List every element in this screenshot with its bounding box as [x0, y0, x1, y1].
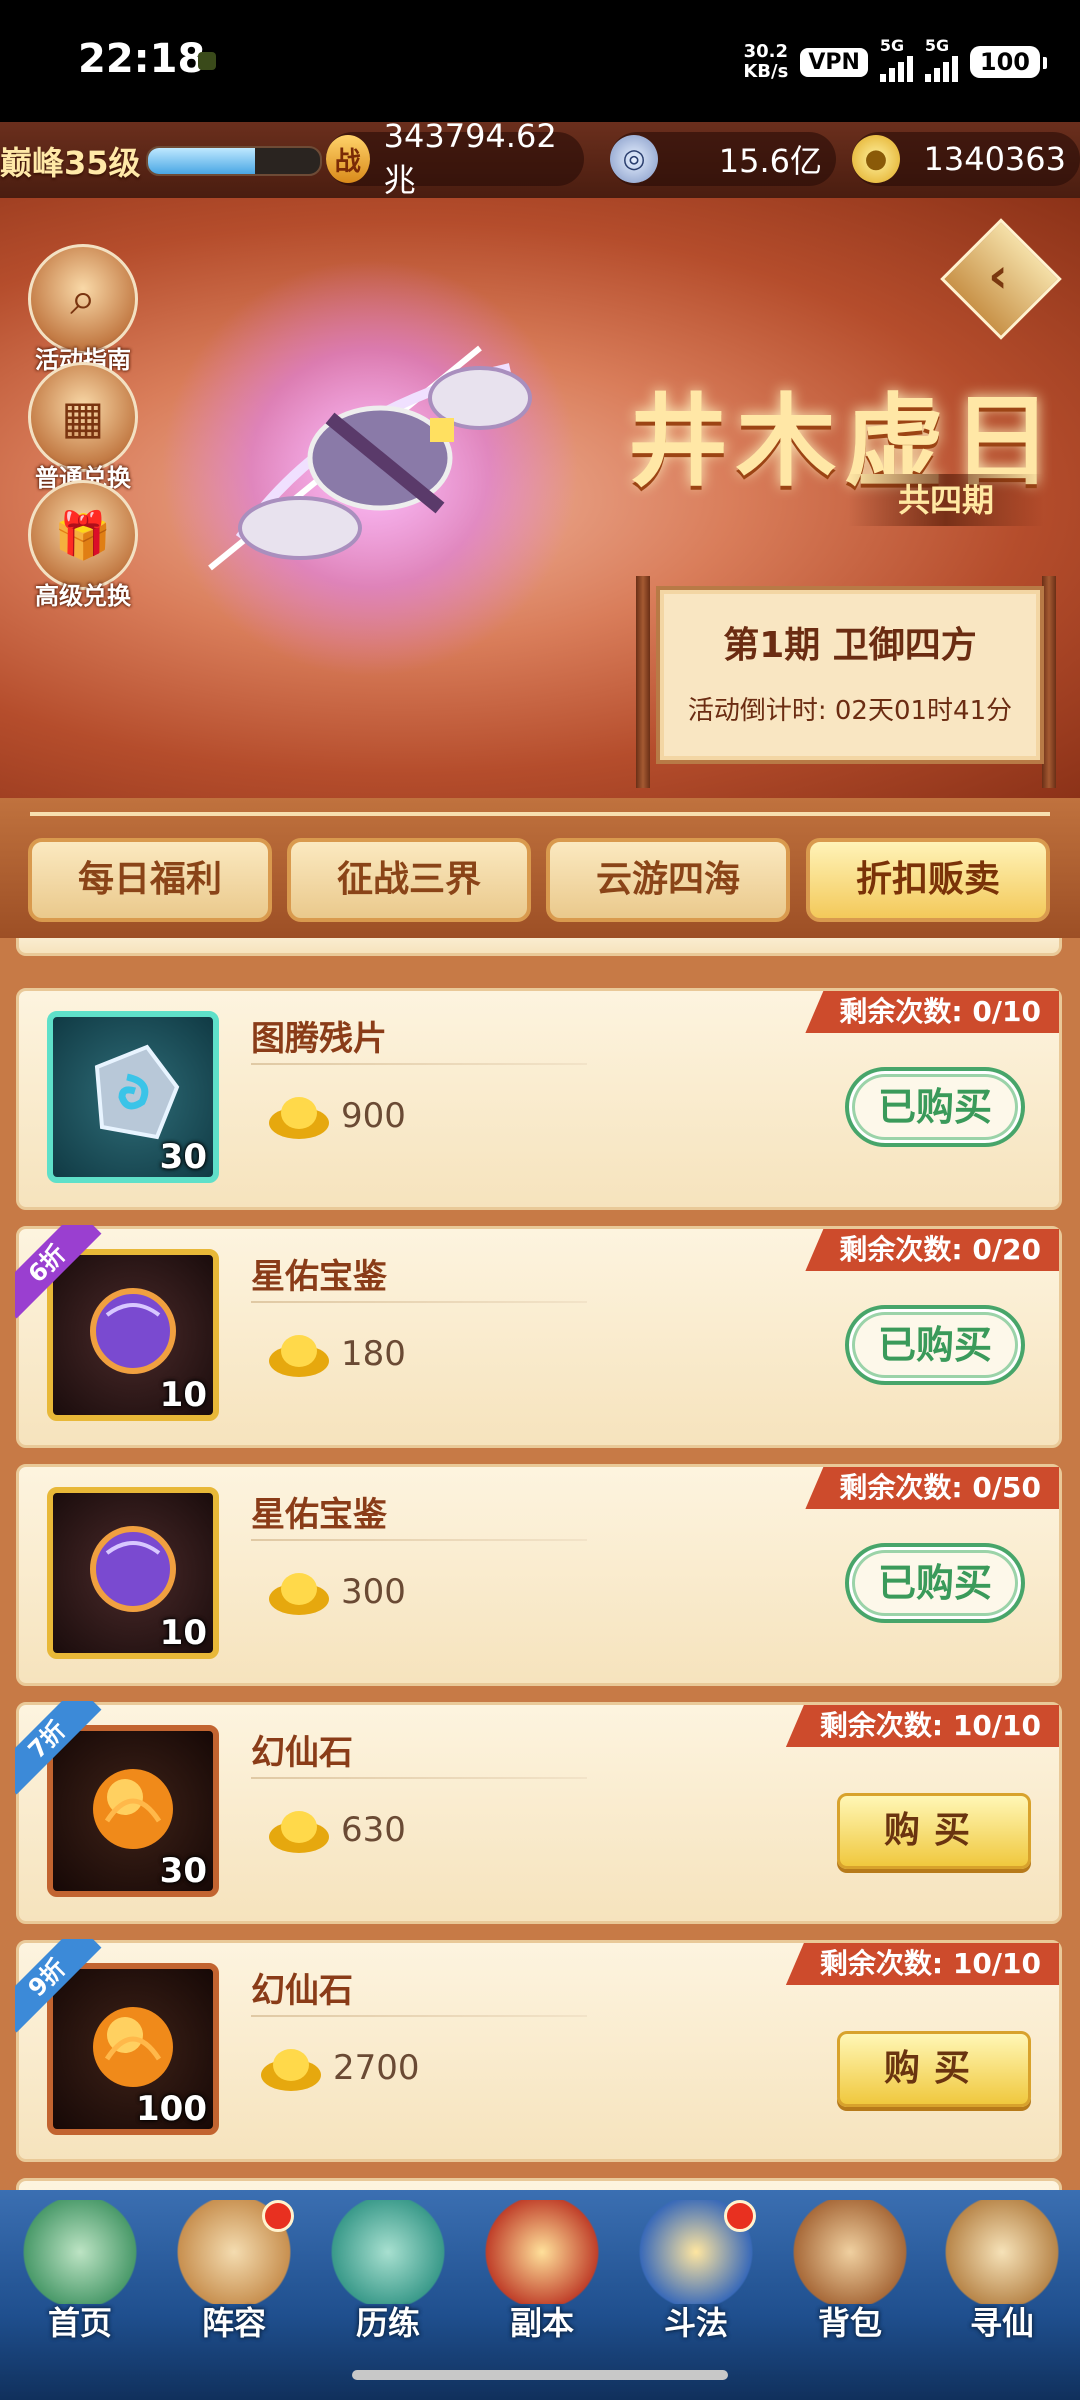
notification-dot-icon	[198, 52, 216, 70]
discount-badge: 9折	[15, 1939, 111, 2035]
tab-daily-welfare[interactable]: 每日福利	[28, 838, 272, 922]
category-tabs: 每日福利 征战三界 云游四海 折扣贩卖	[0, 798, 1080, 938]
item-name: 幻仙石	[251, 1971, 353, 2011]
list-item: 30 7折 幻仙石 630 剩余次数: 10/10 购买	[15, 1701, 1062, 1924]
nav-battle[interactable]: 斗法	[620, 2200, 772, 2350]
notification-badge	[724, 2200, 756, 2232]
buy-button[interactable]: 购买	[837, 1793, 1031, 1869]
item-name: 图腾残片	[251, 1019, 387, 1059]
status-bar: 22:18 30.2 KB/s VPN 5G 5G 100	[0, 0, 1080, 122]
purchased-button[interactable]: 已购买	[845, 1543, 1025, 1623]
item-price: 630	[267, 1805, 406, 1855]
vpn-badge: VPN	[800, 47, 868, 77]
gold-ingot-icon	[269, 1335, 329, 1377]
resource-bar: 巅峰35级 战 343794.62兆 ◎ 15.6亿 ● 1340363	[0, 117, 1080, 199]
discount-badge: 7折	[15, 1701, 111, 1797]
shop-item-list[interactable]: 30 图腾残片 900 剩余次数: 0/10 已购买 10 6折 星佑宝鉴 18…	[0, 938, 1080, 2190]
item-name: 星佑宝鉴	[251, 1257, 387, 1297]
gift-icon: 🎁	[28, 480, 138, 590]
home-indicator[interactable]	[352, 2370, 728, 2380]
gold-ingot-icon: ●	[852, 135, 900, 183]
player-level: 巅峰35级	[0, 144, 141, 182]
status-icons: 30.2 KB/s VPN 5G 5G 100	[743, 34, 1048, 90]
crossbow-weapon-image	[208, 345, 532, 571]
box-icon: ▦	[28, 362, 138, 472]
bottom-navigation: 首页 阵容 历练 副本 斗法 背包 寻仙	[0, 2190, 1080, 2400]
remaining-count: 剩余次数: 0/10	[805, 991, 1059, 1033]
battery-icon: 100	[969, 46, 1048, 78]
signal-icon-2: 5G	[924, 36, 958, 82]
ingot-display[interactable]: ● 1340363	[852, 132, 1080, 186]
advanced-exchange-button[interactable]: 🎁 高级兑换	[28, 480, 138, 611]
power-display: 战 343794.62兆	[326, 117, 584, 199]
list-item: 30 图腾残片 900 剩余次数: 0/10 已购买	[16, 988, 1062, 1210]
nav-dungeon[interactable]: 副本	[466, 2200, 618, 2350]
list-item: 100 9折 幻仙石 2700 剩余次数: 10/10 购买	[15, 1939, 1062, 2162]
countdown-text: 活动倒计时: 02天01时41分	[687, 696, 1013, 726]
normal-exchange-button[interactable]: ▦ 普通兑换	[28, 362, 138, 493]
item-price: 180	[267, 1329, 406, 1379]
item-icon-frame[interactable]: 30	[47, 1011, 219, 1183]
scroll-icon	[942, 2200, 1062, 2304]
event-subtitle: 共四期	[848, 474, 1044, 526]
gate-icon	[482, 2200, 602, 2304]
tab-travel-four-seas[interactable]: 云游四海	[546, 838, 790, 922]
buy-button[interactable]: 购买	[837, 2031, 1031, 2107]
nav-lineup[interactable]: 阵容	[158, 2200, 310, 2350]
purchased-button[interactable]: 已购买	[845, 1305, 1025, 1385]
item-price: 300	[267, 1567, 406, 1617]
nav-seek-immortal[interactable]: 寻仙	[926, 2200, 1078, 2350]
totem-shard-icon	[94, 1044, 180, 1140]
list-item: 10 6折 星佑宝鉴 180 剩余次数: 0/20 已购买	[15, 1225, 1062, 1448]
list-item-partial	[16, 2178, 1062, 2190]
bag-icon	[790, 2200, 910, 2304]
period-info-board: 第1期 卫御四方 活动倒计时: 02天01时41分	[636, 576, 1056, 788]
item-price: 900	[267, 1091, 406, 1141]
gold-ingot-icon	[269, 1573, 329, 1615]
turtle-icon	[328, 2200, 448, 2304]
nav-backpack[interactable]: 背包	[774, 2200, 926, 2350]
level-progress-bar	[146, 146, 322, 176]
period-title: 第1期 卫御四方	[723, 625, 977, 666]
remaining-count: 剩余次数: 0/50	[805, 1467, 1059, 1509]
network-speed: 30.2 KB/s	[743, 41, 789, 82]
star-mirror-icon	[90, 1526, 176, 1612]
back-arrow-icon: ‹	[988, 248, 1008, 304]
tab-conquer-three-realms[interactable]: 征战三界	[287, 838, 531, 922]
clock: 22:18	[78, 36, 206, 82]
mountain-icon	[20, 2200, 140, 2304]
nav-training[interactable]: 历练	[312, 2200, 464, 2350]
item-name: 星佑宝鉴	[251, 1495, 387, 1535]
remaining-count: 剩余次数: 10/10	[785, 1943, 1059, 1985]
gold-ingot-icon	[261, 2049, 321, 2091]
remaining-count: 剩余次数: 0/20	[805, 1229, 1059, 1271]
magnifier-icon: ⌕	[28, 244, 138, 354]
purchased-button[interactable]: 已购买	[845, 1067, 1025, 1147]
event-banner: ⌕ 活动指南 ▦ 普通兑换 🎁 高级兑换 ‹ 井木虚日 共四期 第1期 卫御四方…	[0, 198, 1080, 798]
notification-badge	[262, 2200, 294, 2232]
activity-guide-button[interactable]: ⌕ 活动指南	[28, 244, 138, 375]
gold-ingot-icon	[269, 1811, 329, 1853]
discount-badge: 6折	[15, 1225, 111, 1321]
power-icon: 战	[326, 135, 370, 183]
signal-icon: 5G	[879, 36, 913, 82]
nav-home[interactable]: 首页	[4, 2200, 156, 2350]
list-item-partial	[16, 938, 1062, 956]
coin-icon: ◎	[610, 135, 658, 183]
item-price: 2700	[259, 2043, 420, 2093]
tab-discount-sale[interactable]: 折扣贩卖	[806, 838, 1050, 922]
coin-display[interactable]: ◎ 15.6亿	[610, 132, 836, 186]
item-name: 幻仙石	[251, 1733, 353, 1773]
item-icon-frame[interactable]: 10	[47, 1487, 219, 1659]
list-item: 10 星佑宝鉴 300 剩余次数: 0/50 已购买	[16, 1464, 1062, 1686]
remaining-count: 剩余次数: 10/10	[785, 1705, 1059, 1747]
gold-ingot-icon	[269, 1097, 329, 1139]
